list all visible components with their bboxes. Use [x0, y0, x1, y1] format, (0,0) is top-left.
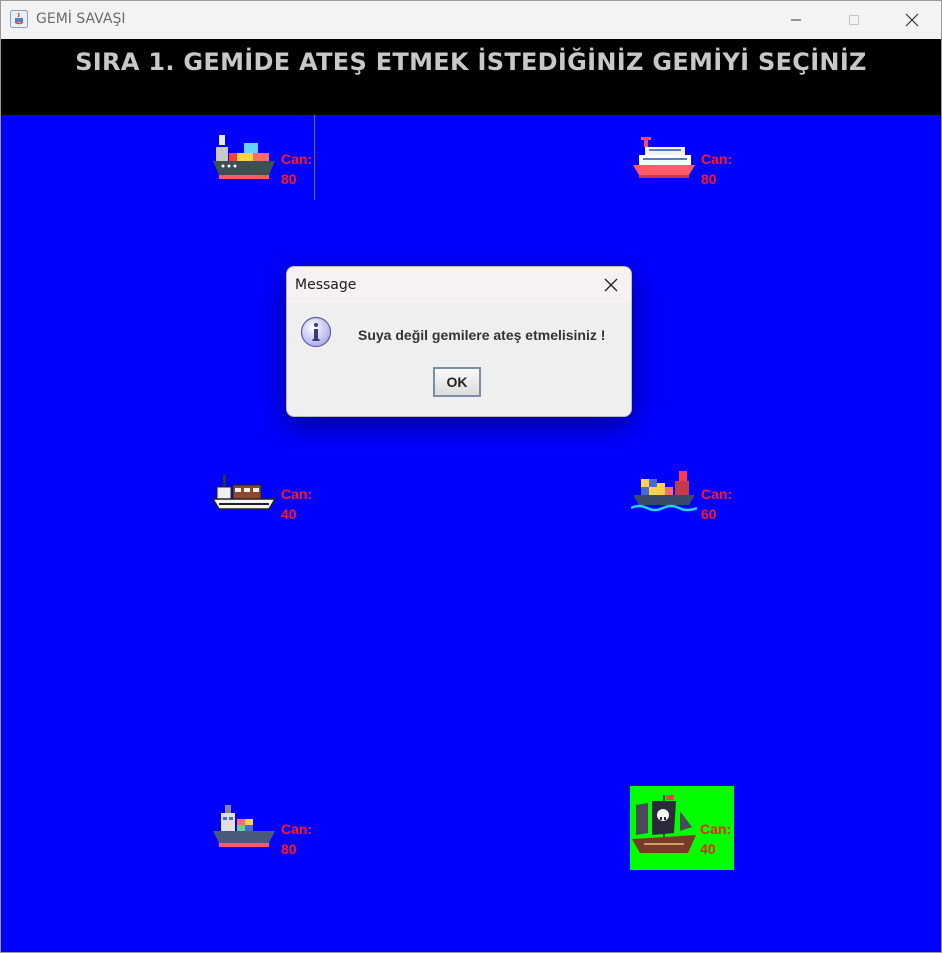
health-value: 40 [281, 506, 297, 522]
health-label: Can: [281, 486, 313, 502]
ship-4-health: Can: 60 [701, 484, 732, 524]
health-value: 80 [701, 171, 717, 187]
freighter-icon [211, 475, 277, 510]
tanker-ship-icon [213, 805, 275, 847]
health-label: Can: [701, 151, 733, 167]
ship-5-health: Can: 80 [281, 819, 312, 859]
maximize-button[interactable] [825, 1, 883, 39]
pirate-ship-icon [632, 795, 696, 853]
container-ship-icon [631, 471, 697, 512]
info-icon [300, 316, 332, 348]
ship-1[interactable] [211, 133, 277, 183]
ship-5[interactable] [211, 801, 277, 851]
health-value: 80 [281, 841, 297, 857]
game-window: GEMİ SAVAŞI SIRA 1. GEMİDE ATEŞ ETMEK İS… [0, 0, 942, 953]
minimize-icon [791, 19, 801, 21]
close-icon [905, 13, 919, 27]
ship-4[interactable] [631, 467, 697, 515]
ship-1-health: Can: 80 [281, 149, 312, 189]
close-window-button[interactable] [883, 1, 941, 39]
ship-3[interactable] [211, 471, 277, 515]
turn-instruction: SIRA 1. GEMİDE ATEŞ ETMEK İSTEDİĞİNİZ GE… [75, 48, 867, 76]
dialog-message: Suya değil gemilere ateş etmelisiniz ! [358, 327, 606, 343]
health-value: 40 [700, 841, 716, 857]
ok-button[interactable]: OK [433, 367, 481, 397]
minimize-button[interactable] [767, 1, 825, 39]
maximize-icon [849, 15, 859, 25]
health-label: Can: [700, 821, 732, 837]
health-label: Can: [281, 151, 313, 167]
cargo-ship-icon [213, 135, 275, 179]
dialog-titlebar: Message [287, 267, 631, 303]
ship-6[interactable] [630, 793, 698, 861]
dialog-title: Message [295, 277, 357, 293]
health-label: Can: [281, 821, 313, 837]
dialog-close-button[interactable] [599, 273, 623, 297]
cruise-ship-icon [633, 137, 695, 178]
ship-3-health: Can: 40 [281, 484, 312, 524]
turn-header: SIRA 1. GEMİDE ATEŞ ETMEK İSTEDİĞİNİZ GE… [1, 39, 941, 115]
message-dialog: Message Suya değil gemilere ateş etmelis… [286, 266, 632, 417]
window-title: GEMİ SAVAŞI [36, 11, 126, 27]
health-value: 80 [281, 171, 297, 187]
window-titlebar: GEMİ SAVAŞI [1, 1, 941, 39]
java-app-icon [10, 10, 28, 28]
health-value: 60 [701, 506, 717, 522]
aim-line [314, 115, 315, 200]
ship-6-health: Can: 40 [700, 819, 731, 859]
ship-2-health: Can: 80 [701, 149, 732, 189]
close-icon [604, 278, 618, 292]
health-label: Can: [701, 486, 733, 502]
ship-2[interactable] [631, 133, 697, 183]
sea-area[interactable] [1, 115, 941, 952]
